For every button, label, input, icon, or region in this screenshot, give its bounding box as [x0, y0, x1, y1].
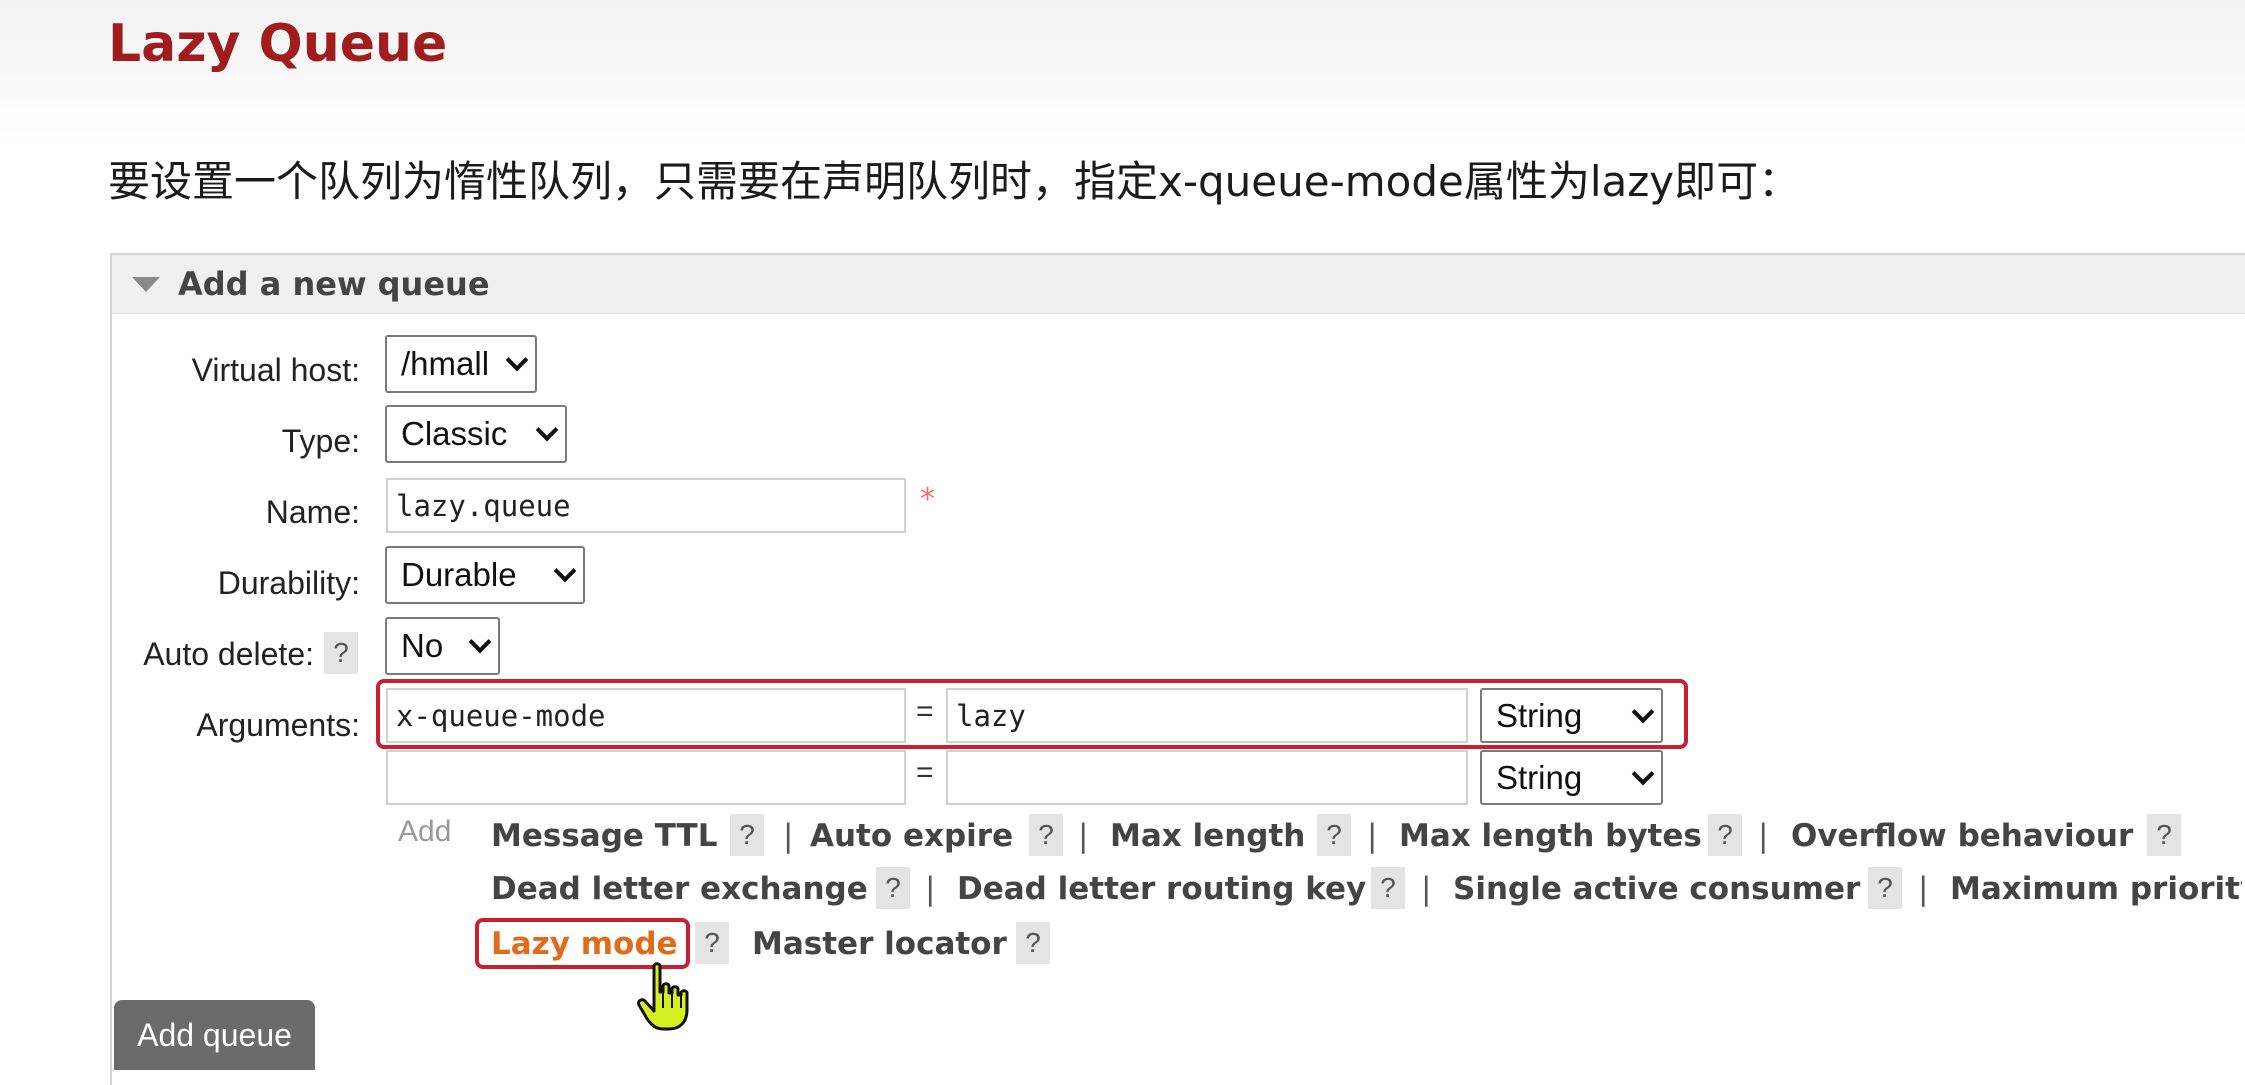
- virtual-host-value: /hmall: [401, 345, 490, 382]
- separator: |: [1367, 818, 1378, 854]
- chevron-down-icon: [468, 630, 492, 654]
- chevron-down-icon: [535, 418, 559, 442]
- equals-sign: =: [916, 756, 934, 789]
- chevron-down-icon: [553, 559, 577, 583]
- shortcut-max-length[interactable]: Max length: [1110, 818, 1305, 854]
- shortcut-dead-letter-routing-key[interactable]: Dead letter routing key: [957, 871, 1366, 907]
- help-auto-expire-button[interactable]: ?: [1029, 814, 1063, 856]
- help-overflow-behaviour-button[interactable]: ?: [2147, 814, 2181, 856]
- required-marker: *: [920, 482, 935, 517]
- auto-delete-help-button[interactable]: ?: [324, 632, 358, 674]
- intro-paragraph: 要设置一个队列为惰性队列，只需要在声明队列时，指定x-queue-mode属性为…: [108, 157, 1801, 206]
- separator: |: [1918, 871, 1929, 907]
- help-dead-letter-routing-key-button[interactable]: ?: [1371, 867, 1405, 909]
- add-queue-button[interactable]: Add queue: [114, 1000, 315, 1070]
- argument-value-input-empty[interactable]: [946, 750, 1468, 805]
- auto-delete-select[interactable]: No: [385, 617, 500, 675]
- shortcut-overflow-behaviour[interactable]: Overflow behaviour: [1791, 818, 2133, 854]
- separator: |: [1078, 818, 1089, 854]
- virtual-host-select[interactable]: /hmall: [385, 335, 537, 393]
- highlight-box-argument: [376, 679, 1688, 749]
- help-message-ttl-button[interactable]: ?: [730, 814, 764, 856]
- auto-delete-label: Auto delete:: [143, 636, 314, 672]
- separator: |: [1758, 818, 1769, 854]
- chevron-down-icon: [505, 348, 529, 372]
- arguments-label: Arguments:: [196, 707, 360, 743]
- name-label: Name:: [265, 494, 360, 530]
- argument-type-value: String: [1496, 758, 1583, 796]
- separator: |: [925, 871, 936, 907]
- hand-cursor-icon: [637, 962, 689, 1031]
- argument-key-input-empty[interactable]: [386, 750, 906, 805]
- durability-select[interactable]: Durable: [385, 546, 585, 604]
- separator: |: [783, 818, 794, 854]
- help-single-active-consumer-button[interactable]: ?: [1868, 867, 1902, 909]
- collapse-triangle-icon[interactable]: [132, 276, 160, 292]
- durability-label: Durability:: [217, 565, 360, 601]
- shortcut-message-ttl[interactable]: Message TTL: [491, 818, 717, 854]
- shortcut-auto-expire[interactable]: Auto expire: [810, 818, 1013, 854]
- shortcut-dead-letter-exchange[interactable]: Dead letter exchange: [491, 871, 868, 907]
- type-label: Type:: [281, 423, 360, 459]
- help-max-length-button[interactable]: ?: [1317, 814, 1351, 856]
- type-value: Classic: [401, 415, 508, 452]
- help-max-length-bytes-button[interactable]: ?: [1708, 814, 1742, 856]
- shortcut-max-length-bytes[interactable]: Max length bytes: [1399, 818, 1702, 854]
- help-master-locator-button[interactable]: ?: [1016, 922, 1050, 964]
- panel-title: Add a new queue: [178, 265, 490, 303]
- virtual-host-label: Virtual host:: [191, 352, 360, 388]
- name-input[interactable]: lazy.queue: [386, 478, 906, 533]
- help-dead-letter-exchange-button[interactable]: ?: [876, 867, 910, 909]
- durability-value: Durable: [401, 556, 517, 593]
- argument-type-select-empty[interactable]: String: [1480, 750, 1663, 805]
- panel-header[interactable]: Add a new queue: [112, 255, 2245, 314]
- separator: |: [1421, 871, 1432, 907]
- type-select[interactable]: Classic: [385, 405, 567, 463]
- shortcut-single-active-consumer[interactable]: Single active consumer: [1453, 871, 1860, 907]
- chevron-down-icon: [1631, 762, 1655, 785]
- shortcut-master-locator[interactable]: Master locator: [752, 926, 1007, 962]
- auto-delete-value: No: [401, 627, 444, 664]
- page-title: Lazy Queue: [108, 14, 448, 74]
- shortcut-maximum-priority[interactable]: Maximum priority: [1950, 871, 2242, 907]
- help-lazy-mode-button[interactable]: ?: [695, 922, 729, 964]
- add-label: Add: [398, 815, 452, 848]
